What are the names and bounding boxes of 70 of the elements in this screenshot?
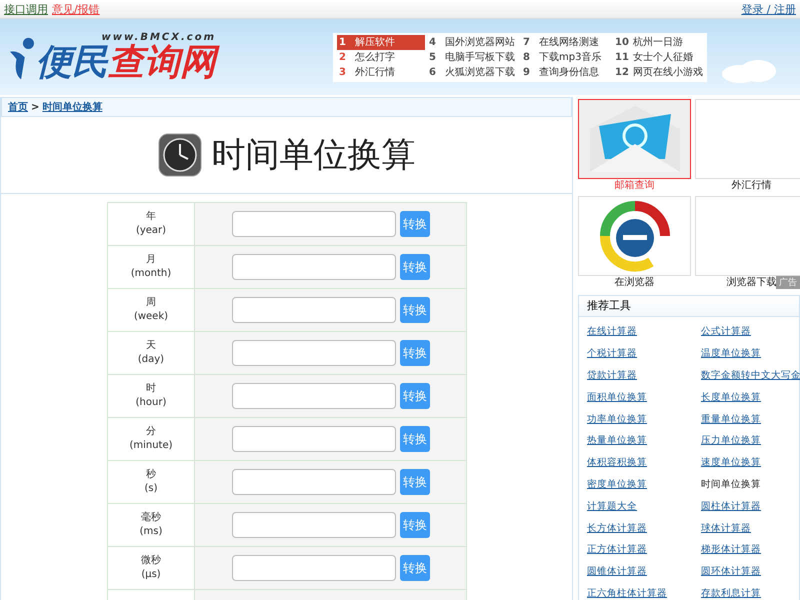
unit-input[interactable] bbox=[232, 211, 396, 237]
logo-domain: www.BMCX.com bbox=[101, 32, 216, 42]
tool-link[interactable]: 圆环体计算器 bbox=[701, 565, 800, 578]
tool-link[interactable]: 长度单位换算 bbox=[701, 390, 800, 404]
unit-label: 年 (year) bbox=[136, 211, 166, 236]
tool-link[interactable]: 球体计算器 bbox=[701, 522, 800, 535]
hot-search-link[interactable]: 4 国外浏览器网站 bbox=[427, 34, 519, 50]
tool-link[interactable]: 个税计算器 bbox=[587, 347, 701, 360]
tool-link[interactable]: 计算题大全 bbox=[587, 500, 701, 513]
unit-label: 秒 (s) bbox=[144, 469, 158, 494]
hot-search-link[interactable]: 5 电脑手写板下载 bbox=[427, 50, 519, 64]
tile-image[interactable] bbox=[578, 99, 691, 179]
tool-link[interactable]: 速度单位换算 bbox=[701, 456, 800, 470]
tool-link[interactable]: 功率单位换算 bbox=[587, 412, 701, 426]
unit-input[interactable] bbox=[232, 512, 396, 538]
tool-link[interactable]: 贷款计算器 bbox=[587, 368, 701, 382]
tool-link[interactable]: 体积容积换算 bbox=[587, 456, 701, 470]
hot-search-link[interactable]: 11 女士个人征婚 bbox=[613, 50, 703, 64]
tile-caption[interactable]: 浏览器下载 bbox=[726, 276, 776, 289]
hot-search-link[interactable]: 10 杭州一日游 bbox=[613, 34, 703, 50]
login-register-link[interactable]: 登录 / 注册 bbox=[741, 2, 796, 16]
tool-link[interactable]: 密度单位换算 bbox=[587, 478, 701, 491]
tool-link[interactable]: 公式计算器 bbox=[701, 325, 800, 338]
tool-link[interactable]: 正方体计算器 bbox=[587, 543, 701, 556]
unit-label: 微秒 (μs) bbox=[141, 555, 161, 580]
tool-link[interactable]: 在线计算器 bbox=[587, 325, 701, 338]
tool-link[interactable]: 梯形体计算器 bbox=[701, 543, 800, 556]
unit-input[interactable] bbox=[232, 297, 396, 323]
clock-icon bbox=[158, 133, 202, 177]
unit-label: 分 (minute) bbox=[129, 426, 173, 451]
tool-link[interactable]: 温度单位换算 bbox=[701, 347, 800, 360]
page-title: 时间单位换算 bbox=[212, 134, 416, 177]
tile-caption[interactable]: 在浏览器 bbox=[614, 276, 654, 289]
hot-search-link[interactable]: 6 火狐浏览器下载 bbox=[427, 64, 519, 80]
hot-search-link[interactable]: 1 解压软件 bbox=[337, 34, 425, 50]
breadcrumb-link[interactable]: 首页 bbox=[8, 100, 28, 114]
tile-caption[interactable]: 邮箱查询 bbox=[614, 179, 654, 192]
top-link[interactable]: 接口调用 bbox=[4, 2, 48, 16]
unit-input[interactable] bbox=[232, 426, 396, 452]
unit-label: 时 (hour) bbox=[136, 383, 166, 408]
current-tool-label: 时间单位换算 bbox=[701, 478, 762, 491]
tool-link[interactable]: 热量单位换算 bbox=[587, 434, 701, 448]
unit-input[interactable] bbox=[232, 254, 396, 280]
breadcrumb-link[interactable]: 时间单位换算 bbox=[42, 100, 102, 114]
unit-input[interactable] bbox=[232, 469, 396, 495]
unit-input[interactable] bbox=[232, 555, 396, 581]
hot-search-link[interactable]: 12 网页在线小游戏 bbox=[613, 64, 703, 80]
tile-caption[interactable]: 外汇行情 bbox=[732, 179, 772, 192]
hot-search-link[interactable]: 8 下载mp3音乐 bbox=[521, 50, 611, 64]
tool-link[interactable]: 长方体计算器 bbox=[587, 522, 701, 535]
unit-label: 周 (week) bbox=[134, 297, 168, 322]
hot-search-link[interactable]: 2 怎么打字 bbox=[337, 50, 425, 64]
hot-search-link[interactable]: 7 在线网络测速 bbox=[521, 34, 611, 50]
unit-input[interactable] bbox=[232, 340, 396, 366]
top-link[interactable]: 意见/报错 bbox=[52, 2, 100, 16]
unit-label: 天 (day) bbox=[138, 340, 164, 365]
tool-link[interactable]: 重量单位换算 bbox=[701, 412, 800, 426]
tool-link[interactable]: 圆锥体计算器 bbox=[587, 565, 701, 578]
tool-link[interactable]: 压力单位换算 bbox=[701, 434, 800, 448]
tool-link[interactable]: 正六角柱体计算器 bbox=[587, 586, 701, 600]
tool-link[interactable]: 存款利息计算 bbox=[701, 586, 800, 600]
hot-search-link[interactable]: 3 外汇行情 bbox=[337, 64, 425, 80]
breadcrumb-separator: > bbox=[31, 102, 40, 112]
unit-label: 毫秒 (ms) bbox=[140, 512, 162, 537]
unit-label: 月 (month) bbox=[130, 254, 172, 279]
hot-search-link[interactable]: 9 查询身份信息 bbox=[521, 64, 611, 80]
tool-link[interactable]: 面积单位换算 bbox=[587, 390, 701, 404]
ad-label: 广告 bbox=[776, 276, 800, 289]
unit-input[interactable] bbox=[232, 383, 396, 409]
tool-link[interactable]: 圆柱体计算器 bbox=[701, 500, 800, 513]
